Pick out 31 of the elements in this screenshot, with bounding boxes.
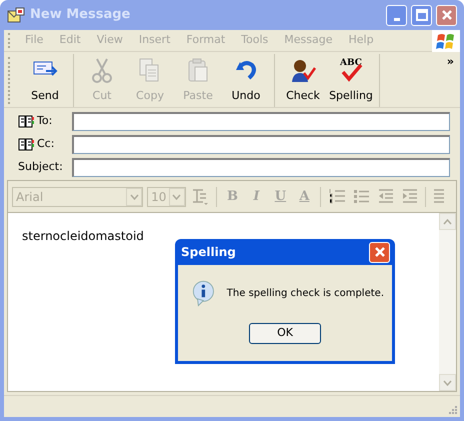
scroll-down-icon[interactable]: [443, 380, 452, 386]
address-book-icon[interactable]: [18, 115, 34, 128]
input-field[interactable]: [72, 112, 450, 131]
toolbar-button[interactable]: ABC Spelling: [327, 54, 375, 107]
overflow-chevron[interactable]: »: [446, 54, 454, 70]
input-field[interactable]: [72, 158, 450, 177]
close-icon: [440, 9, 452, 21]
toolbar-button[interactable]: Send: [21, 54, 69, 107]
maximize-icon: [416, 9, 428, 21]
scroll-up-icon[interactable]: [443, 218, 452, 224]
toolbar-button[interactable]: Undo: [222, 54, 270, 107]
close-button[interactable]: [436, 4, 457, 26]
field-label: Cc:: [37, 136, 54, 152]
field-label: Subject:: [18, 159, 63, 176]
field-label: To:: [37, 113, 52, 130]
minimize-button[interactable]: [386, 4, 407, 26]
window-title: New Message: [30, 6, 130, 24]
message-text: sternocleidomastoid: [22, 229, 144, 243]
minimize-icon: [394, 18, 400, 20]
address-book-icon[interactable]: [18, 138, 34, 151]
dialog-message: The spelling check is complete.: [226, 286, 384, 300]
input-field[interactable]: [72, 135, 450, 154]
maximize-button[interactable]: [411, 4, 432, 26]
toolbar-button[interactable]: Check: [279, 54, 327, 107]
dialog-title: Spelling: [181, 244, 236, 261]
close-icon: [374, 246, 386, 258]
scrollbar[interactable]: [439, 213, 456, 391]
ok-button[interactable]: OK: [249, 323, 321, 344]
close-button[interactable]: [369, 242, 390, 262]
app-icon: [7, 7, 25, 23]
resize-grip-icon[interactable]: [448, 405, 458, 415]
